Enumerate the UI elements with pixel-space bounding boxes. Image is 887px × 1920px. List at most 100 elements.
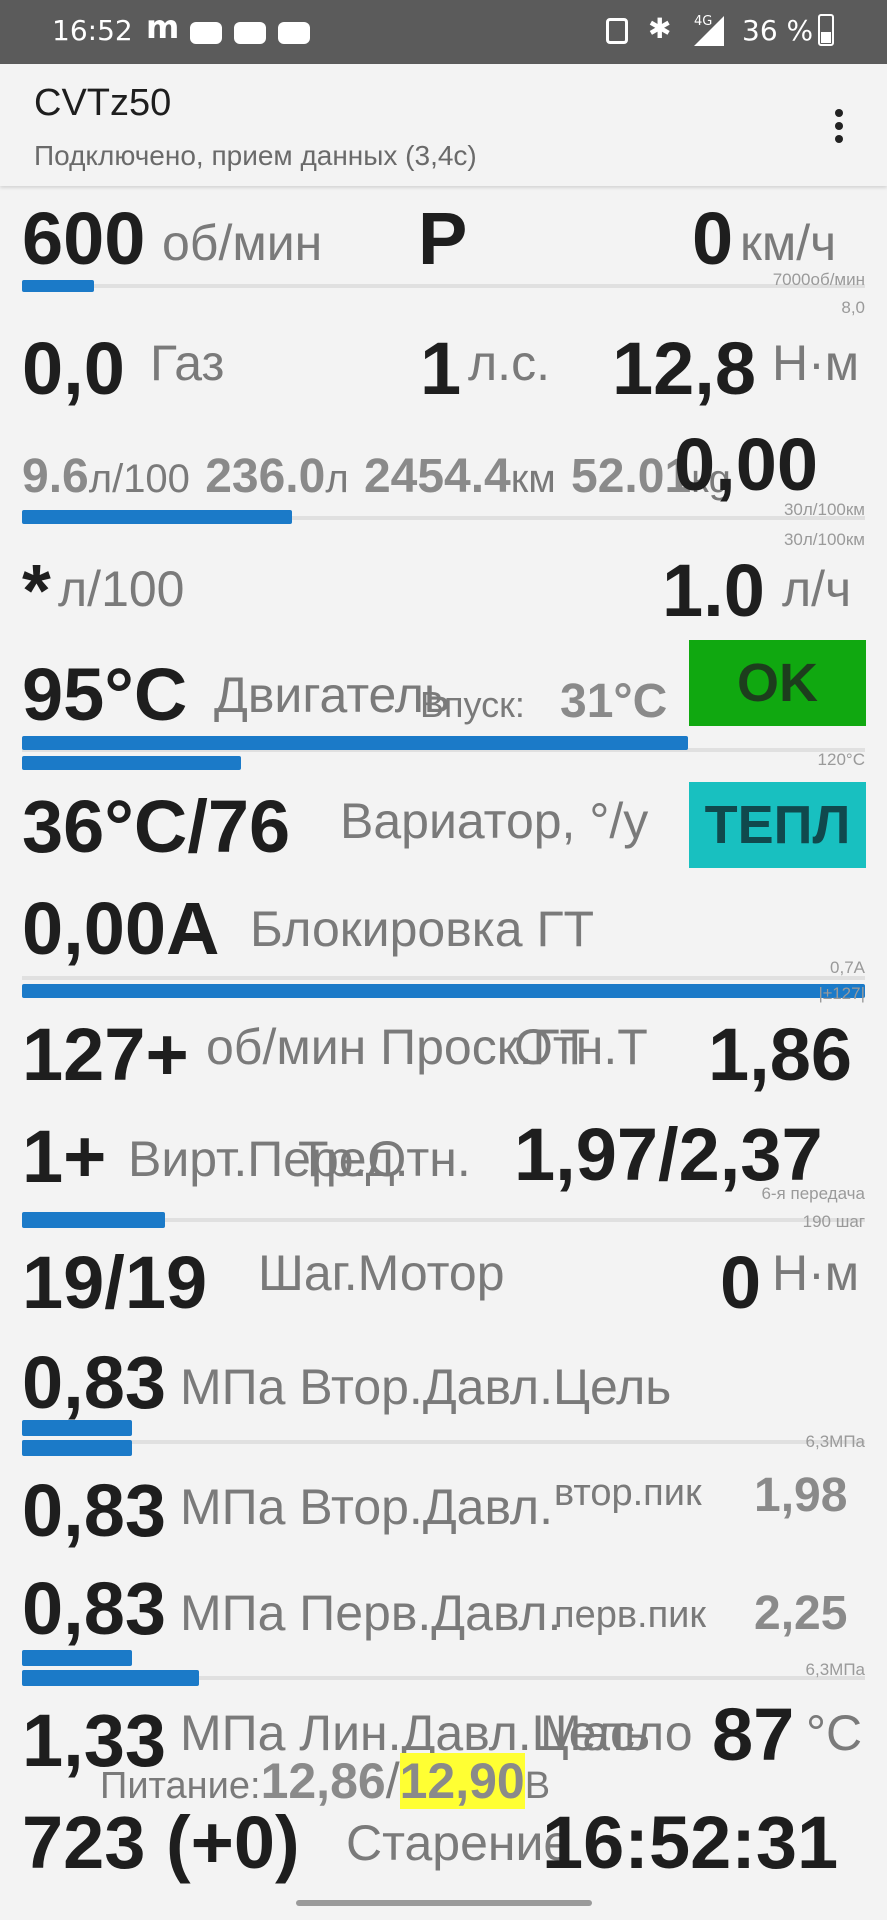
distance-unit: км xyxy=(510,457,556,501)
sec-target-bar xyxy=(22,1420,132,1436)
virtual-gear: 1+ xyxy=(22,1115,107,1198)
sec-target-track xyxy=(22,1440,865,1444)
rpm-track xyxy=(22,284,865,288)
engine-temp: 95°C xyxy=(22,653,188,736)
fuel-scale-2: 30л/100км xyxy=(783,530,865,549)
ratio-label: Тр.Отн. xyxy=(298,1131,471,1187)
bluetooth-icon: ✱ xyxy=(648,12,672,45)
fuel-total-unit: л xyxy=(325,457,349,501)
overflow-menu-icon[interactable] xyxy=(826,104,852,148)
signal-icon xyxy=(694,16,724,46)
prim-pressure-scale: 6,3МПа xyxy=(805,1660,865,1679)
torque-unit: Н·м xyxy=(772,335,860,391)
fuel-bar xyxy=(22,510,292,524)
status-bar: 16:52 m ✱ 4G 36 % xyxy=(0,0,887,64)
speed-value: 0 xyxy=(692,197,734,280)
cvt-warm-badge: ТЕПЛ xyxy=(689,782,866,868)
power-voltage-2: 12,90 xyxy=(399,1753,525,1809)
power-separator: / xyxy=(385,1753,400,1809)
app-bar: CVTz50 Подключено, прием данных (3,4с) xyxy=(0,64,887,186)
stepper-label: Шаг.Мотор xyxy=(258,1245,505,1301)
rpm-bar xyxy=(22,280,94,292)
sec-peak: 1,98 xyxy=(754,1469,848,1522)
tc-slip: 127+ xyxy=(22,1013,189,1096)
battery-percent: 36 % xyxy=(742,14,814,47)
prim-pressure: 0,83 xyxy=(22,1567,167,1650)
engine-temp-label: Двигатель xyxy=(214,667,450,723)
gear-scale: 6-я передача xyxy=(761,1184,865,1203)
clock: 16:52:31 xyxy=(542,1801,839,1884)
line-pressure-bar xyxy=(22,1670,199,1686)
status-time: 16:52 xyxy=(52,14,133,47)
engine-ok-badge: OK xyxy=(689,640,866,726)
step-scale: 190 шаг xyxy=(802,1212,865,1231)
fuel-total: 236.0 xyxy=(205,450,326,503)
hp-value: 1 xyxy=(420,327,462,410)
lockup-current: 0,00A xyxy=(22,887,220,970)
stepper-motor: 19/19 xyxy=(22,1241,208,1324)
lockup-scale: 0,7A xyxy=(830,958,865,977)
avg-consumption-unit: л/100 xyxy=(88,457,190,501)
slip-scale: |±127| xyxy=(818,984,865,1003)
gas-label: Газ xyxy=(150,335,225,391)
rpm-value: 600 xyxy=(22,197,146,280)
stepper-torque: 0 xyxy=(720,1241,762,1324)
youtube-icon xyxy=(190,22,222,44)
sec-pressure-bar xyxy=(22,1440,132,1456)
engine-temp-bar xyxy=(22,736,688,750)
oil-temp: 87 xyxy=(712,1693,795,1776)
pressure-scale: 6,3МПа xyxy=(805,1432,865,1451)
prim-pressure-label: МПа Перв.Давл. xyxy=(180,1585,562,1641)
nfc-icon xyxy=(606,18,628,44)
speed-unit: км/ч xyxy=(740,215,837,271)
prim-peak-label: перв.пик xyxy=(554,1594,707,1636)
sec-pressure-target-label: МПа Втор.Давл.Цель xyxy=(180,1359,672,1415)
stepper-torque-unit: Н·м xyxy=(772,1245,860,1301)
m-app-icon: m xyxy=(146,8,180,46)
gear-selector: P xyxy=(418,197,468,280)
cvt-temp: 36°C/76 xyxy=(22,785,291,868)
hourly-flow: 1.0 xyxy=(662,549,765,632)
sec-pressure-label: МПа Втор.Давл. xyxy=(180,1479,553,1535)
gesture-bar[interactable] xyxy=(296,1900,592,1906)
torque-scale: 8,0 xyxy=(841,298,865,317)
fuel-scale-1: 30л/100км xyxy=(783,500,865,519)
aging-counter: 723 (+0) xyxy=(22,1801,300,1884)
tc-ratio: 1,86 xyxy=(708,1013,853,1096)
aging-label: Старение xyxy=(346,1815,572,1871)
instant-consumption: * xyxy=(22,549,51,632)
sec-pressure: 0,83 xyxy=(22,1469,167,1552)
rpm-unit: об/мин xyxy=(162,215,323,271)
engine-temp-scale: 120°C xyxy=(817,750,865,769)
cvt-temp-label: Вариатор, °/у xyxy=(340,793,649,849)
oil-temp-unit: °C xyxy=(806,1705,863,1761)
battery-icon xyxy=(818,14,834,46)
prim-peak: 2,25 xyxy=(754,1587,848,1640)
hp-unit: л.с. xyxy=(468,335,550,391)
torque-value: 12,8 xyxy=(612,327,757,410)
sec-pressure-target: 0,83 xyxy=(22,1341,167,1424)
connection-status: Подключено, прием данных (3,4с) xyxy=(34,140,477,171)
oil-label: Масло xyxy=(540,1705,693,1761)
intake-temp-bar xyxy=(22,756,241,770)
app-title: CVTz50 xyxy=(34,82,172,124)
hourly-flow-unit: л/ч xyxy=(782,561,852,617)
instant-consumption-overlay: 0,00 xyxy=(674,423,819,506)
intake-temp: 31°C xyxy=(560,675,668,728)
intake-label: Впуск: xyxy=(420,684,525,725)
youtube-icon xyxy=(278,22,310,44)
sec-peak-label: втор.пик xyxy=(554,1472,702,1514)
tc-ratio-label: Отн.Т xyxy=(514,1019,648,1075)
lockup-bar xyxy=(22,984,865,998)
lockup-label: Блокировка ГТ xyxy=(250,901,595,957)
rpm-scale: 7000об/мин xyxy=(772,270,865,289)
youtube-icon xyxy=(234,22,266,44)
instant-consumption-unit: л/100 xyxy=(58,561,185,617)
prim-pressure-bar xyxy=(22,1650,132,1666)
lockup-track xyxy=(22,976,865,980)
distance: 2454.4 xyxy=(363,450,511,503)
trip-stats: 9.6л/100 236.0л 2454.4км 52.01кg xyxy=(22,448,731,504)
gas-value: 0,0 xyxy=(22,327,125,410)
avg-consumption: 9.6 xyxy=(22,450,89,503)
gear-bar xyxy=(22,1212,165,1228)
